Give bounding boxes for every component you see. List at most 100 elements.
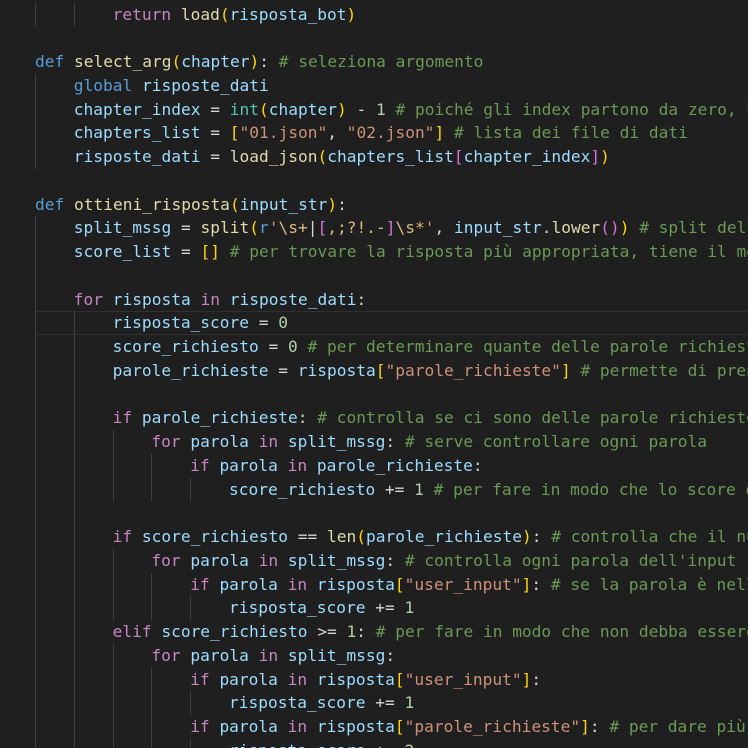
- code-token: "01.json": [239, 123, 328, 143]
- code-token: +=: [365, 598, 405, 618]
- code-token: score_list: [73, 242, 172, 261]
- code-token: |: [307, 218, 318, 238]
- code-token: split_mssg: [73, 218, 172, 238]
- code-text: if parola in risposta["parole_richieste"…: [190, 715, 746, 739]
- code-token: parola: [219, 717, 278, 736]
- code-token: in: [258, 432, 279, 451]
- code-token: # per fare in modo che lo score di: [433, 479, 748, 499]
- code-token: ,: [327, 123, 347, 143]
- code-line[interactable]: if score_richiesto == len(parole_richies…: [0, 525, 748, 549]
- line-number: [0, 364, 4, 378]
- code-text: score_richiesto = 0 # per determinare qu…: [113, 335, 748, 359]
- code-line[interactable]: return load(risposta_bot): [0, 3, 748, 27]
- code-line[interactable]: for risposta in risposte_dati:: [0, 288, 748, 312]
- code-token: =: [268, 360, 298, 380]
- indent-guide: [112, 548, 114, 620]
- code-token: ]: [560, 360, 571, 380]
- code-token: ,: [434, 218, 454, 238]
- code-token: if: [112, 527, 133, 546]
- code-token: [: [229, 123, 240, 143]
- code-token: =: [258, 337, 289, 356]
- code-line[interactable]: chapters_list = ["01.json", "02.json"] #…: [0, 121, 748, 145]
- line-number: [0, 269, 4, 283]
- code-text: global risposte_dati: [74, 74, 269, 98]
- line-number: [0, 198, 4, 212]
- code-token: # per dare più: [609, 717, 746, 736]
- code-token: chapter: [181, 52, 250, 71]
- code-token: (: [259, 99, 269, 119]
- code-line[interactable]: score_list = [] # per trovare la rispost…: [0, 240, 748, 264]
- line-number: [0, 744, 4, 748]
- line-number: [0, 221, 4, 235]
- code-token: ): [327, 194, 338, 214]
- code-token: # per determinare quante delle parole ri…: [307, 337, 748, 356]
- indent-guide: [190, 596, 192, 620]
- code-token: split: [200, 218, 250, 238]
- code-token: risposta: [297, 360, 376, 380]
- code-line[interactable]: [0, 264, 748, 288]
- code-line[interactable]: def ottieni_risposta(input_str):: [0, 193, 748, 217]
- indent-guide: [190, 691, 192, 715]
- code-line[interactable]: elif score_richiesto >= 1: # per fare in…: [0, 620, 748, 644]
- line-number: [0, 245, 4, 259]
- indent-guide: [73, 2, 75, 27]
- line-number: [0, 696, 4, 710]
- code-line[interactable]: split_mssg = split(r'\s+|[,;?!.-]\s*', i…: [0, 216, 748, 240]
- code-token: ]: [580, 717, 590, 736]
- code-token: :: [356, 622, 376, 641]
- code-token: # controlla ogni parola dell'input: [404, 550, 737, 570]
- line-number: [0, 316, 4, 330]
- code-token: risposta: [316, 574, 395, 594]
- code-token: ): [336, 99, 347, 119]
- code-token: [: [317, 218, 328, 238]
- code-text: score_list = [] # per trovare la rispost…: [74, 240, 748, 264]
- indent-guide: [151, 572, 153, 620]
- code-line[interactable]: def select_arg(chapter): # seleziona arg…: [0, 50, 748, 74]
- code-token: parola: [190, 550, 249, 570]
- code-token: ]: [590, 147, 601, 166]
- code-token: risposta_score: [112, 313, 250, 333]
- code-token: split_mssg: [287, 645, 386, 665]
- code-token: parole_richieste: [112, 360, 269, 380]
- code-token: in: [258, 645, 279, 665]
- code-text: if parole_richieste: # controlla se ci s…: [113, 406, 748, 430]
- code-token: "user_input": [404, 669, 522, 689]
- line-number: [0, 388, 4, 402]
- code-token: :: [385, 645, 396, 665]
- code-token: risposta_score: [229, 598, 366, 618]
- code-token: if: [112, 408, 133, 428]
- code-token: (): [600, 218, 620, 238]
- code-line[interactable]: if parole_richieste: # controlla se ci s…: [0, 406, 748, 430]
- code-line[interactable]: parole_richieste = risposta["parole_rich…: [0, 359, 748, 383]
- code-token: +=: [365, 741, 404, 748]
- code-line[interactable]: risposta_score = 0: [0, 311, 748, 335]
- code-token: for: [73, 289, 104, 309]
- code-token: "parole_richieste": [404, 717, 581, 736]
- code-line[interactable]: [0, 383, 748, 407]
- code-line[interactable]: risposte_dati = load_json(chapters_list[…: [0, 145, 748, 169]
- code-line[interactable]: score_richiesto = 0 # per determinare qu…: [0, 335, 748, 359]
- code-token: ): [249, 52, 260, 71]
- line-number: [0, 601, 4, 615]
- code-text: return load(risposta_bot): [113, 3, 357, 27]
- code-line[interactable]: [0, 26, 748, 50]
- code-token: +=: [365, 693, 405, 713]
- code-line[interactable]: [0, 169, 748, 193]
- code-text: risposte_dati = load_json(chapters_list[…: [74, 145, 610, 169]
- code-line[interactable]: chapter_index = int(chapter) - 1 # poich…: [0, 98, 748, 122]
- indent-guide: [112, 430, 114, 502]
- code-editor[interactable]: return load(risposta_bot)def select_arg(…: [0, 0, 748, 748]
- code-line[interactable]: global risposte_dati: [0, 74, 748, 98]
- code-token: load: [180, 4, 220, 24]
- code-line[interactable]: [0, 501, 748, 525]
- code-token: # se la parola è nella: [550, 574, 748, 594]
- code-text: if parola in parole_richieste:: [190, 454, 482, 478]
